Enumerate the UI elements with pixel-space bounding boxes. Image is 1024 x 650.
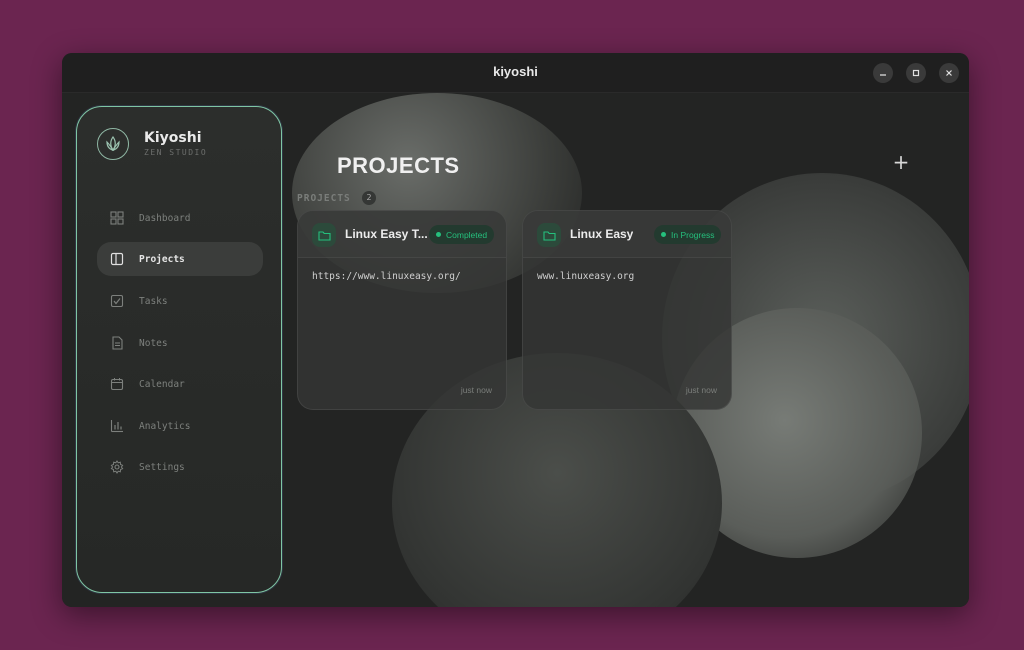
status-text: In Progress xyxy=(671,229,715,240)
sidebar-item-analytics[interactable]: Analytics xyxy=(97,409,263,443)
status-dot-icon xyxy=(661,232,666,237)
sidebar-item-projects[interactable]: Projects xyxy=(97,242,263,276)
project-card[interactable]: Linux Easy In Progress www.linuxeasy.org… xyxy=(522,210,732,410)
notes-icon xyxy=(112,336,123,350)
status-badge: In Progress xyxy=(654,225,722,244)
sidebar-item-settings[interactable]: Settings xyxy=(97,450,263,484)
status-badge: Completed xyxy=(429,225,495,244)
folder-icon xyxy=(312,223,336,247)
tasks-icon xyxy=(110,294,124,308)
sidebar-item-label: Analytics xyxy=(139,420,191,432)
sidebar-item-label: Calendar xyxy=(139,378,185,390)
minimize-button[interactable] xyxy=(873,63,893,83)
project-url[interactable]: www.linuxeasy.org xyxy=(537,271,634,282)
sidebar: Kiyoshi ZEN STUDIO Dashboard Projects Ta… xyxy=(76,106,282,593)
sidebar-item-label: Notes xyxy=(139,337,168,349)
project-url[interactable]: https://www.linuxeasy.org/ xyxy=(312,271,461,282)
sidebar-item-tasks[interactable]: Tasks xyxy=(97,284,263,318)
close-button[interactable] xyxy=(939,63,959,83)
minimize-icon xyxy=(880,74,886,76)
maximize-button[interactable] xyxy=(906,63,926,83)
project-count-badge: 2 xyxy=(362,191,376,205)
title-bar[interactable]: kiyoshi xyxy=(62,53,969,93)
settings-icon xyxy=(110,460,124,474)
dashboard-icon xyxy=(110,211,124,225)
projects-icon xyxy=(110,252,124,266)
page-title: PROJECTS xyxy=(337,153,460,178)
analytics-icon xyxy=(110,420,123,433)
card-header: Linux Easy T... Completed xyxy=(298,211,506,258)
add-project-button[interactable]: + xyxy=(891,152,911,172)
folder-icon xyxy=(537,223,561,247)
sidebar-item-label: Dashboard xyxy=(139,212,191,224)
status-dot-icon xyxy=(436,232,441,237)
app-window: kiyoshi Kiyoshi ZEN STUDIO Dashboard Pro… xyxy=(62,53,969,607)
timestamp: just now xyxy=(460,385,492,395)
main-panel: PROJECTS + PROJECTS 2 Linux Easy T... Co… xyxy=(297,106,956,593)
lotus-logo-icon xyxy=(97,128,129,160)
sidebar-item-label: Projects xyxy=(139,253,185,265)
project-title: Linux Easy T... xyxy=(345,227,428,241)
sidebar-item-label: Tasks xyxy=(139,295,168,307)
sidebar-item-calendar[interactable]: Calendar xyxy=(97,367,263,401)
sidebar-item-dashboard[interactable]: Dashboard xyxy=(97,201,263,235)
maximize-icon xyxy=(912,69,920,77)
sidebar-item-label: Settings xyxy=(139,461,185,473)
project-title: Linux Easy xyxy=(570,227,634,241)
status-text: Completed xyxy=(446,229,488,240)
card-header: Linux Easy In Progress xyxy=(523,211,731,258)
window-title: kiyoshi xyxy=(493,64,538,79)
close-icon xyxy=(946,70,952,76)
brand-subtitle: ZEN STUDIO xyxy=(144,148,208,157)
section-label: PROJECTS xyxy=(297,193,351,204)
brand-name: Kiyoshi xyxy=(144,130,202,146)
calendar-icon xyxy=(110,378,124,391)
project-card[interactable]: Linux Easy T... Completed https://www.li… xyxy=(297,210,507,410)
plus-icon: + xyxy=(892,150,910,174)
app-content: Kiyoshi ZEN STUDIO Dashboard Projects Ta… xyxy=(62,93,969,607)
sidebar-item-notes[interactable]: Notes xyxy=(97,326,263,360)
timestamp: just now xyxy=(685,385,717,395)
